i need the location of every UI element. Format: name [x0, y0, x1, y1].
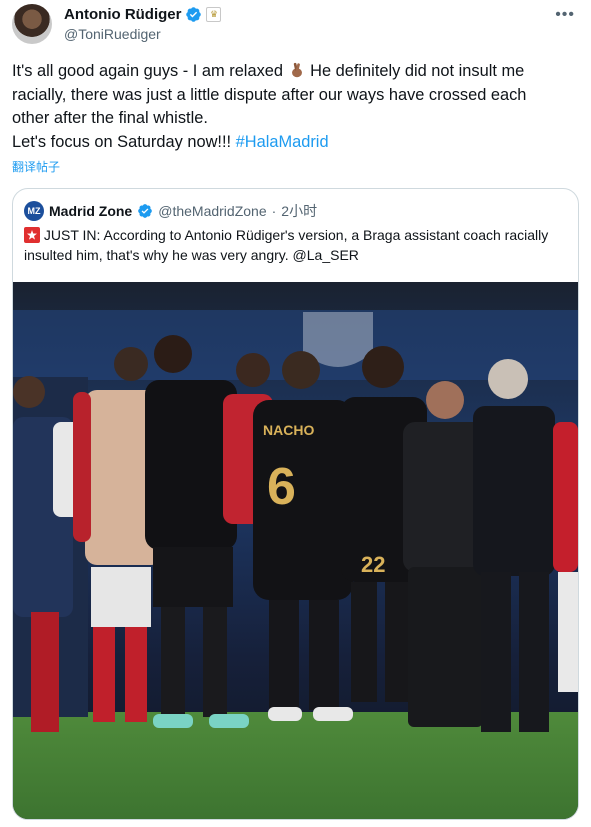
- tweet-line-1: It's all good again guys - I am relaxed …: [12, 60, 572, 84]
- author-name-row: Antonio Rüdiger ♛: [64, 6, 222, 23]
- quoted-tweet-card[interactable]: MZ Madrid Zone @theMadridZone · 2小时 JUST…: [12, 188, 579, 820]
- more-icon[interactable]: •••: [555, 6, 575, 24]
- separator-dot: ·: [271, 203, 277, 219]
- jersey-number-22-text: 22: [361, 552, 385, 577]
- tweet-line-4: Let's focus on Saturday now!!! #HalaMadr…: [12, 131, 572, 155]
- quoted-author-name[interactable]: Madrid Zone: [49, 203, 132, 219]
- quoted-tweet-header: MZ Madrid Zone @theMadridZone · 2小时: [24, 201, 317, 221]
- tweet-body: It's all good again guys - I am relaxed …: [12, 60, 572, 155]
- tweet-text-segment: He definitely did not insult me: [310, 62, 525, 80]
- match-photo-image[interactable]: NACHO 6 22: [13, 282, 578, 819]
- avatar[interactable]: [12, 4, 52, 44]
- tweet-line-3: other after the final whistle.: [12, 109, 208, 128]
- author-name[interactable]: Antonio Rüdiger: [64, 6, 181, 23]
- verified-badge-icon: [138, 204, 153, 218]
- tweet-line-2: racially, there was just a little disput…: [12, 85, 527, 104]
- crossed-fingers-emoji-icon: [291, 62, 302, 78]
- hashtag-link[interactable]: #HalaMadrid: [236, 133, 329, 151]
- quoted-text-body: JUST IN: According to Antonio Rüdiger's …: [24, 227, 549, 263]
- real-madrid-crest-icon: ♛: [206, 7, 222, 22]
- quoted-avatar[interactable]: MZ: [24, 201, 44, 221]
- verified-badge-icon: [186, 7, 202, 22]
- author-handle[interactable]: @ToniRuediger: [64, 26, 161, 42]
- translate-post-link[interactable]: 翻译帖子: [12, 158, 60, 175]
- jersey-number-text: 6: [267, 458, 296, 516]
- quoted-tweet-text: JUST IN: According to Antonio Rüdiger's …: [24, 225, 569, 265]
- quoted-author-handle[interactable]: @theMadridZone: [158, 203, 266, 219]
- tweet-text-segment: Let's focus on Saturday now!!!: [12, 133, 232, 152]
- tweet-header: Antonio Rüdiger ♛ @ToniRuediger •••: [12, 4, 579, 48]
- jersey-name-text: NACHO: [263, 422, 314, 438]
- siren-emoji-icon: [24, 227, 40, 243]
- tweet-text-segment: It's all good again guys - I am relaxed: [12, 62, 283, 80]
- quoted-timestamp[interactable]: 2小时: [281, 201, 317, 221]
